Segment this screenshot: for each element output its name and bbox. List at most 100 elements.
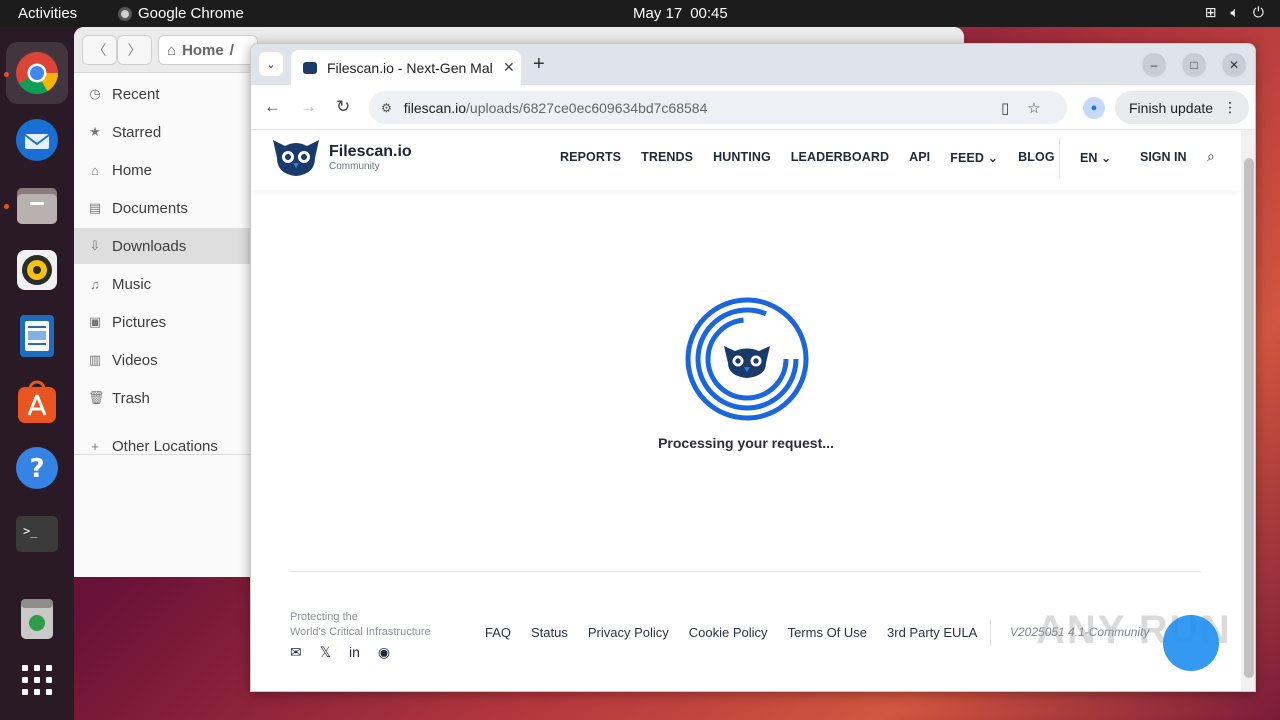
footer-link-privacy[interactable]: Privacy Policy: [588, 625, 669, 640]
dock-chrome[interactable]: [6, 42, 68, 104]
network-icon: ⊞: [1204, 4, 1217, 20]
nav-reports[interactable]: REPORTS: [560, 150, 621, 165]
sidebar-item-downloads[interactable]: ⇩ Downloads: [74, 228, 250, 264]
home-icon: ⌂: [91, 162, 99, 178]
tab-close-icon[interactable]: ✕: [503, 59, 515, 76]
github-icon[interactable]: ◉: [378, 644, 390, 661]
dock: ? >_: [0, 27, 74, 720]
activities-button[interactable]: Activities: [18, 5, 77, 22]
dock-files[interactable]: [14, 182, 60, 228]
dock-app-center[interactable]: [14, 379, 60, 425]
sidebar-item-other-locations[interactable]: + Other Locations: [74, 428, 250, 464]
tab-filescan[interactable]: Filescan.io - Next-Gen Malware Analysis …: [291, 50, 521, 85]
sidebar-item-documents[interactable]: ▤ Documents: [74, 190, 250, 226]
sidebar-item-label: Downloads: [112, 237, 187, 255]
sidebar-item-label: Recent: [112, 85, 160, 103]
back-button[interactable]: 〈: [82, 35, 117, 65]
nav-hunting[interactable]: HUNTING: [713, 150, 771, 165]
page-icon[interactable]: ▯: [1001, 99, 1009, 117]
sidebar-item-label: Starred: [112, 123, 162, 141]
dock-app-grid[interactable]: [14, 657, 60, 703]
tab-strip: ⌄ Filescan.io - Next-Gen Malware Analysi…: [251, 44, 1255, 85]
sidebar-item-recent[interactable]: ◷ Recent: [74, 76, 250, 112]
app-menu[interactable]: Google Chrome: [118, 5, 244, 22]
footer-link-eula[interactable]: 3rd Party EULA: [887, 625, 977, 640]
language-label: EN: [1080, 151, 1098, 165]
chrome-window: ⌄ Filescan.io - Next-Gen Malware Analysi…: [250, 43, 1256, 692]
system-tray[interactable]: ⊞ 🔈︎ ⏻: [1205, 4, 1264, 21]
social-links: ✉ 𝕏 in ◉: [290, 644, 390, 661]
close-button[interactable]: ✕: [1222, 53, 1246, 77]
clock[interactable]: May 17 00:45: [633, 5, 728, 22]
sidebar-item-label: Music: [112, 275, 152, 293]
loading-spinner: [685, 297, 809, 421]
url-path: /uploads/6827ce0ec609634bd7c68584: [466, 99, 708, 116]
files-sidebar: ◷ Recent ★ Starred ⌂ Home ▤ Documents ⇩ …: [74, 73, 250, 577]
browser-toolbar: ← → ↻ ⚙ filescan.io /uploads/6827ce0ec60…: [251, 85, 1255, 130]
url-host: filescan.io: [403, 99, 467, 116]
finish-update-button[interactable]: Finish update ⋮: [1115, 91, 1249, 124]
running-indicator: [4, 204, 9, 209]
new-tab-button[interactable]: +: [533, 53, 545, 76]
nav-feed[interactable]: FEED ⌄: [950, 150, 998, 165]
bookmark-star-icon[interactable]: ☆: [1027, 99, 1040, 117]
chrome-icon: [16, 52, 59, 95]
forward-button[interactable]: 〉: [117, 35, 152, 65]
sidebar-item-pictures[interactable]: ▣ Pictures: [74, 304, 250, 340]
email-icon[interactable]: ✉: [290, 644, 302, 661]
sidebar-item-trash[interactable]: 🗑︎ Trash: [74, 380, 250, 416]
site-info-icon[interactable]: ⚙: [381, 101, 392, 115]
x-twitter-icon[interactable]: 𝕏: [320, 644, 331, 661]
maximize-icon: □: [1190, 58, 1198, 72]
nav-blog[interactable]: BLOG: [1018, 150, 1055, 165]
tab-search-button[interactable]: ⌄: [259, 52, 283, 76]
footer-link-terms[interactable]: Terms Of Use: [788, 625, 867, 640]
anyrun-badge-icon: [1163, 615, 1219, 671]
page-scrollbar[interactable]: [1241, 130, 1255, 691]
scrollbar-thumb[interactable]: [1244, 158, 1254, 678]
nav-feed-label: FEED: [950, 151, 984, 165]
back-arrow-icon[interactable]: ←: [264, 97, 281, 117]
dock-trash[interactable]: [14, 595, 60, 641]
language-selector[interactable]: EN ⌄: [1080, 150, 1111, 165]
profile-avatar-icon[interactable]: ●: [1083, 97, 1105, 119]
nav-trends[interactable]: TRENDS: [641, 150, 693, 165]
power-icon: ⏻: [1252, 4, 1264, 20]
forward-arrow-icon[interactable]: →: [300, 97, 317, 117]
reload-icon[interactable]: ↻: [336, 97, 350, 117]
trash-icon: [21, 599, 53, 639]
owl-logo-icon: [273, 140, 319, 176]
sidebar-item-label: Trash: [112, 389, 150, 407]
address-bar[interactable]: ⚙ filescan.io /uploads/6827ce0ec609634bd…: [369, 91, 1067, 124]
sidebar-item-videos[interactable]: ▥ Videos: [74, 342, 250, 378]
maximize-button[interactable]: □: [1182, 53, 1206, 77]
nav-api[interactable]: API: [909, 150, 930, 165]
sidebar-item-home[interactable]: ⌂ Home: [74, 152, 250, 188]
sidebar-item-starred[interactable]: ★ Starred: [74, 114, 250, 150]
finish-update-label: Finish update: [1129, 99, 1214, 116]
dock-rhythmbox[interactable]: [14, 247, 60, 293]
minimize-icon: –: [1150, 58, 1158, 72]
footer-link-faq[interactable]: FAQ: [485, 625, 511, 640]
sidebar-item-music[interactable]: ♫ Music: [74, 266, 250, 302]
help-icon: ?: [16, 447, 58, 489]
download-icon: ⇩: [89, 238, 101, 253]
linkedin-icon[interactable]: in: [349, 644, 360, 661]
dock-thunderbird[interactable]: [14, 117, 60, 163]
site-logo[interactable]: Filescan.io Community: [271, 136, 412, 178]
minimize-button[interactable]: –: [1142, 53, 1166, 77]
footer-link-status[interactable]: Status: [531, 625, 568, 640]
footer-link-cookie[interactable]: Cookie Policy: [689, 625, 768, 640]
writer-icon: [20, 315, 54, 357]
sign-in-link[interactable]: SIGN IN: [1140, 150, 1187, 164]
path-bar[interactable]: ⌂ Home /: [158, 35, 258, 65]
dock-help[interactable]: ?: [14, 445, 60, 491]
search-icon[interactable]: ⌕: [1207, 148, 1215, 165]
nav-leaderboard[interactable]: LEADERBOARD: [791, 150, 889, 165]
dock-terminal[interactable]: >_: [14, 511, 60, 557]
top-bar: Activities Google Chrome May 17 00:45 ⊞ …: [0, 0, 1280, 27]
thunderbird-icon: [16, 119, 58, 161]
chevron-left-icon: 〈: [92, 42, 107, 58]
dock-writer[interactable]: [14, 313, 60, 359]
sidebar-item-label: Home: [112, 161, 153, 179]
